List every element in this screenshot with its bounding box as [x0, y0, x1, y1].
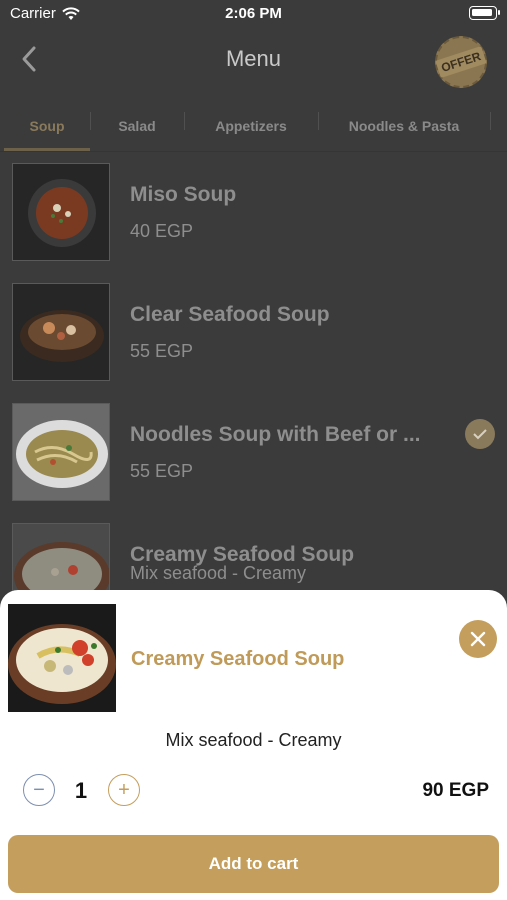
add-to-cart-button[interactable]: Add to cart: [8, 835, 499, 893]
tab-soup[interactable]: Soup: [4, 100, 90, 152]
offer-badge[interactable]: OFFER: [428, 29, 494, 95]
decrease-quantity-button[interactable]: −: [23, 774, 55, 806]
minus-icon: −: [33, 779, 45, 801]
menu-item[interactable]: Clear Seafood Soup 55 EGP: [0, 283, 507, 403]
clear-seafood-soup-image: [13, 284, 109, 380]
item-detail-sheet: Creamy Seafood Soup Mix seafood - Creamy…: [0, 590, 507, 900]
close-icon: [470, 631, 486, 647]
status-time: 2:06 PM: [225, 5, 282, 22]
tab-divider: [318, 112, 319, 130]
menu-item[interactable]: Miso Soup 40 EGP: [0, 163, 507, 283]
sheet-item-title: Creamy Seafood Soup: [131, 648, 345, 670]
menu-item[interactable]: Noodles Soup with Beef or ... 55 EGP: [0, 403, 507, 523]
sheet-item-description: Mix seafood - Creamy: [165, 730, 342, 750]
check-icon: [465, 419, 495, 449]
active-tab-indicator: [4, 148, 90, 151]
noodles-soup-image: [13, 404, 109, 500]
nav-bar: Menu OFFER: [0, 29, 507, 95]
increase-quantity-button[interactable]: +: [108, 774, 140, 806]
quantity-value: 1: [74, 778, 88, 803]
close-button[interactable]: [459, 620, 497, 658]
offer-badge-label: OFFER: [435, 45, 487, 79]
item-description: Mix seafood - Creamy: [130, 563, 307, 583]
item-price: 40 EGP: [130, 221, 194, 241]
item-thumbnail: [12, 163, 110, 261]
category-tabs: Soup Salad Appetizers Noodles & Pasta: [0, 100, 507, 152]
battery-icon: [469, 6, 500, 20]
page-title: Menu: [225, 46, 282, 71]
tab-appetizers[interactable]: Appetizers: [184, 100, 318, 152]
tab-divider: [490, 112, 491, 130]
creamy-seafood-soup-photo: [8, 604, 116, 712]
item-price: 55 EGP: [130, 341, 194, 361]
item-thumbnail: [12, 283, 110, 381]
tab-divider: [90, 112, 91, 130]
quantity-stepper: − 1 + 90 EGP: [0, 774, 507, 808]
status-bar: Carrier 2:06 PM: [0, 0, 507, 30]
tab-noodles-pasta[interactable]: Noodles & Pasta: [318, 100, 490, 152]
tab-divider: [184, 112, 185, 130]
item-name: Miso Soup: [130, 183, 237, 206]
item-photo: [8, 604, 116, 712]
item-thumbnail: [12, 403, 110, 501]
miso-soup-image: [13, 164, 109, 260]
item-name: Clear Seafood Soup: [130, 303, 330, 326]
item-price: 55 EGP: [130, 461, 194, 481]
total-price: 90 EGP: [422, 780, 489, 801]
plus-icon: +: [118, 779, 130, 801]
tab-salad[interactable]: Salad: [90, 100, 184, 152]
item-name: Noodles Soup with Beef or ...: [130, 423, 421, 446]
